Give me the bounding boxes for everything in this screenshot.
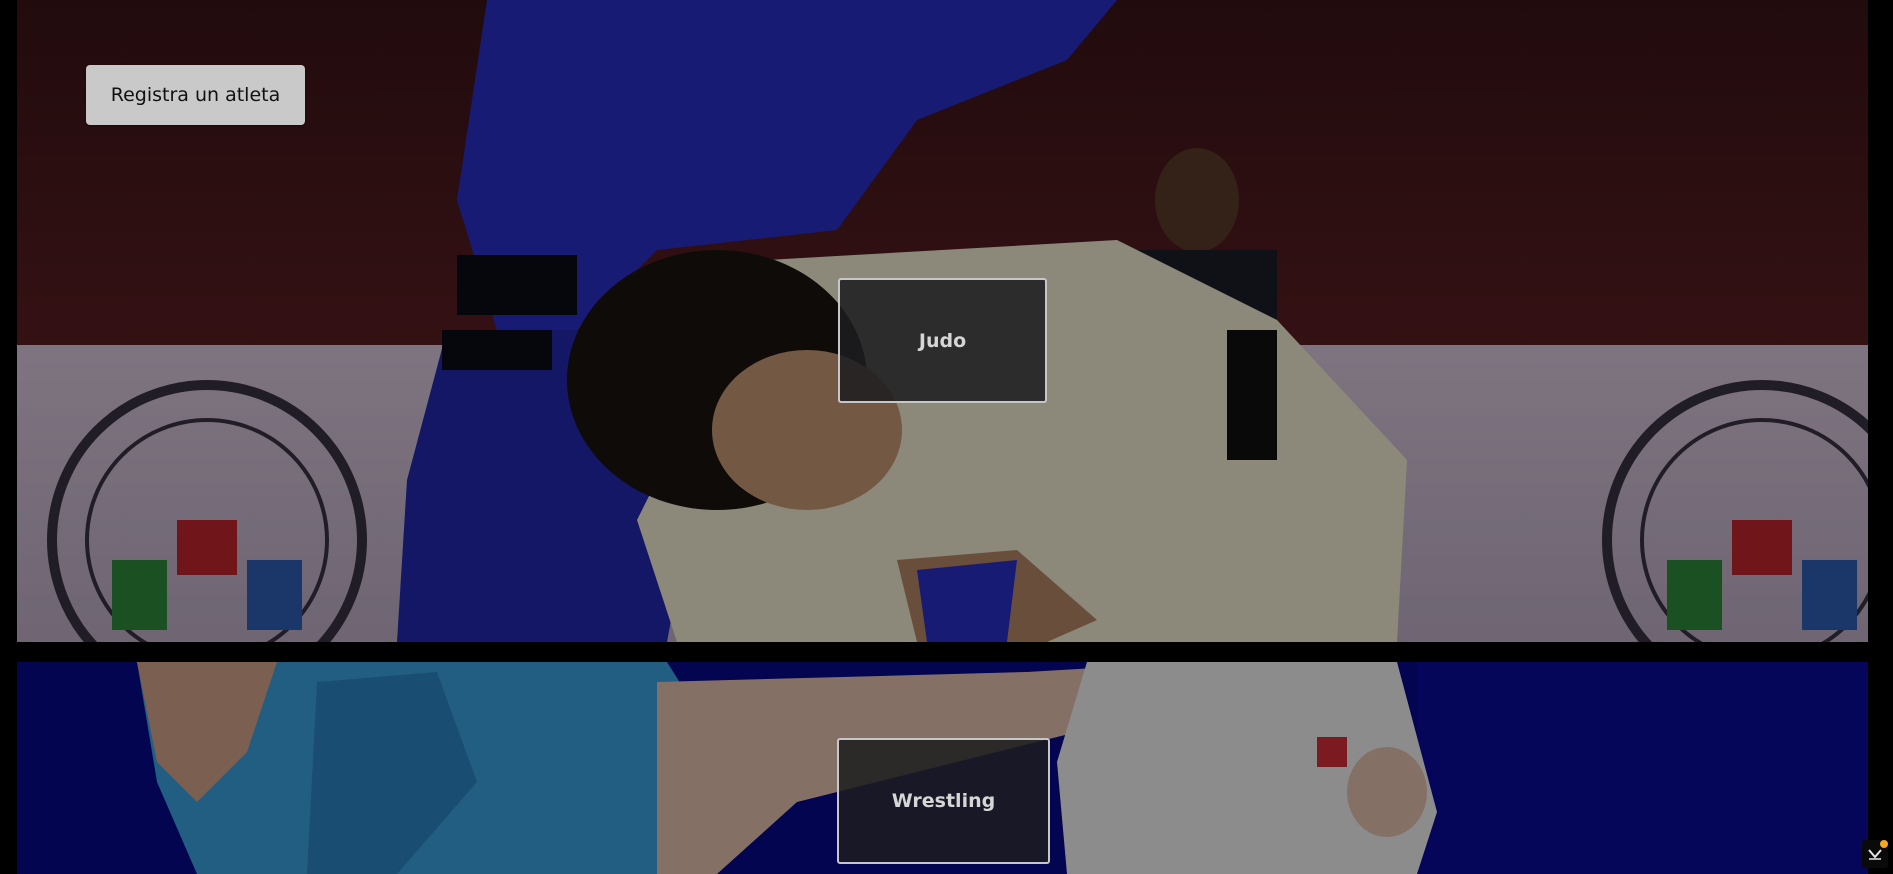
chevron-down-icon: [1868, 849, 1882, 860]
notification-dot: [1880, 840, 1888, 848]
wrestling-category-button[interactable]: Wrestling: [837, 738, 1050, 864]
wrestling-category-panel[interactable]: Wrestling: [17, 662, 1868, 874]
judo-category-button[interactable]: Judo: [838, 278, 1047, 403]
corner-toggle-button[interactable]: [1862, 840, 1888, 868]
wrestling-category-label: Wrestling: [891, 790, 996, 812]
page: Judo Wrestling Registra un atleta: [0, 0, 1893, 874]
judo-category-label: Judo: [918, 329, 967, 352]
register-athlete-button[interactable]: Registra un atleta: [86, 65, 305, 125]
